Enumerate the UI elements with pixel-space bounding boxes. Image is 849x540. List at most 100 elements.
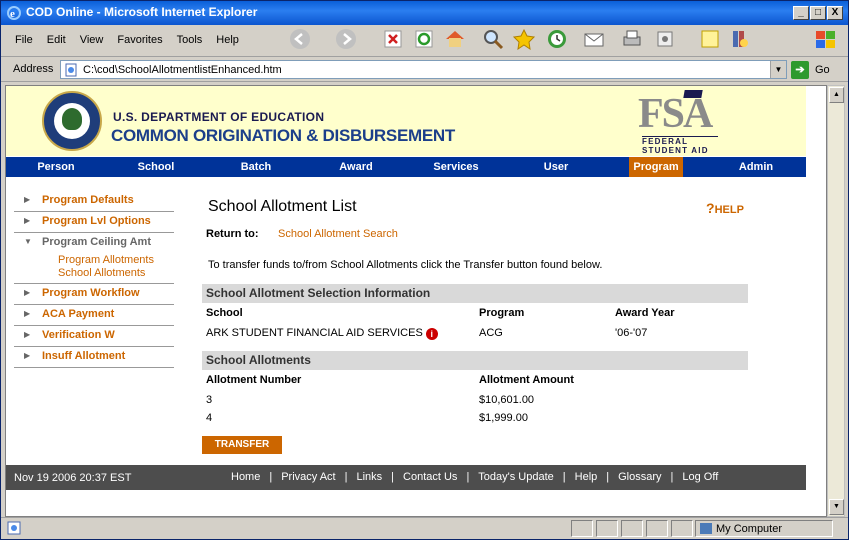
home-icon[interactable]: [444, 28, 466, 50]
close-button[interactable]: X: [827, 6, 843, 20]
sidebar-subitem-school-allotments[interactable]: School Allotments: [58, 267, 174, 280]
menu-favorites[interactable]: Favorites: [117, 34, 162, 46]
triangle-right-icon: ▶: [24, 309, 31, 318]
nav-admin[interactable]: Admin: [706, 157, 806, 177]
info-icon[interactable]: i: [425, 328, 438, 340]
maximize-button[interactable]: □: [810, 6, 826, 20]
menu-bar: File Edit View Favorites Tools Help: [1, 25, 848, 57]
sidebar-subitem-program-allotments[interactable]: Program Allotments: [58, 254, 174, 267]
sidebar-item-program-defaults[interactable]: ▶ Program Defaults: [14, 191, 174, 212]
menu-file[interactable]: File: [15, 34, 33, 46]
history-icon[interactable]: [546, 28, 568, 50]
allotment-number: 4: [206, 412, 213, 424]
sidebar-item-program-lvl-options[interactable]: ▶ Program Lvl Options: [14, 212, 174, 233]
footer-link-home[interactable]: Home: [231, 471, 260, 483]
award-year-cell: '06-'07: [615, 327, 648, 339]
school-name-cell: ARK STUDENT FINANCIAL AID SERVICES i: [206, 327, 438, 340]
instructions: To transfer funds to/from School Allotme…: [208, 259, 603, 271]
col-program: Program: [479, 307, 525, 319]
sidebar-item-label: ACA Payment: [42, 308, 115, 320]
footer-link-help[interactable]: Help: [575, 471, 598, 483]
nav-user[interactable]: User: [506, 157, 606, 177]
menu-view[interactable]: View: [80, 34, 104, 46]
transfer-button[interactable]: TRANSFER: [202, 436, 282, 454]
address-dropdown-icon[interactable]: ▼: [770, 61, 786, 78]
nav-batch[interactable]: Batch: [206, 157, 306, 177]
page-status-icon: [7, 521, 21, 535]
col-allotment-number: Allotment Number: [206, 374, 302, 386]
school-allotments-header: School Allotments: [202, 351, 748, 370]
edit-icon[interactable]: [654, 28, 676, 50]
menu-tools[interactable]: Tools: [177, 34, 203, 46]
sidebar-item-aca-payment[interactable]: ▶ ACA Payment: [14, 305, 174, 326]
allotment-amount: $1,999.00: [479, 412, 528, 424]
sidebar-item-program-ceiling-amt[interactable]: ▼ Program Ceiling Amt: [14, 233, 174, 254]
browser-window: e COD Online - Microsoft Internet Explor…: [0, 0, 849, 540]
help-link[interactable]: ?HELP: [706, 200, 744, 216]
triangle-right-icon: ▶: [24, 288, 31, 297]
nav-award[interactable]: Award: [306, 157, 406, 177]
ie-logo-icon: e: [7, 6, 21, 20]
page-viewport: U.S. DEPARTMENT OF EDUCATION COMMON ORIG…: [5, 85, 827, 517]
menu-help[interactable]: Help: [216, 34, 239, 46]
favorites-icon[interactable]: [513, 28, 535, 50]
footer-link-log-off[interactable]: Log Off: [682, 471, 718, 483]
mail-icon[interactable]: [583, 28, 605, 50]
nav-services[interactable]: Services: [406, 157, 506, 177]
separator: |: [391, 471, 395, 483]
address-input[interactable]: C:\cod\SchoolAllotmentlistEnhanced.htm ▼: [60, 60, 787, 79]
back-icon[interactable]: [289, 28, 311, 50]
nav-program[interactable]: Program: [629, 157, 683, 177]
sidebar-submenu: Program Allotments School Allotments: [14, 254, 174, 284]
school-name: ARK STUDENT FINANCIAL AID SERVICES: [206, 327, 423, 339]
footer-link-todays-update[interactable]: Today's Update: [478, 471, 553, 483]
footer-link-glossary[interactable]: Glossary: [618, 471, 661, 483]
sidebar-item-program-workflow[interactable]: ▶ Program Workflow: [14, 284, 174, 305]
sidebar-item-label: Program Ceiling Amt: [42, 236, 151, 248]
zone-indicator: My Computer: [695, 520, 833, 537]
page-icon: [65, 63, 77, 77]
vertical-scrollbar[interactable]: ▲ ▼: [827, 85, 845, 517]
selection-info-header: School Allotment Selection Information: [202, 284, 748, 303]
address-url: C:\cod\SchoolAllotmentlistEnhanced.htm: [83, 64, 282, 76]
forward-icon[interactable]: [335, 28, 357, 50]
nav-school[interactable]: School: [106, 157, 206, 177]
col-allotment-amount: Allotment Amount: [479, 374, 574, 386]
title-bar: e COD Online - Microsoft Internet Explor…: [1, 1, 848, 25]
address-bar: Address C:\cod\SchoolAllotmentlistEnhanc…: [1, 58, 848, 82]
note-icon[interactable]: [699, 28, 721, 50]
return-label: Return to:: [206, 228, 259, 240]
footer-link-privacy-act[interactable]: Privacy Act: [281, 471, 335, 483]
scroll-up-icon[interactable]: ▲: [829, 87, 844, 103]
page-footer: Nov 19 2006 20:37 EST Home | Privacy Act |…: [6, 465, 806, 490]
sidebar-item-verification-w[interactable]: ▶ Verification W: [14, 326, 174, 347]
sidebar-item-insuff-allotment[interactable]: ▶ Insuff Allotment: [14, 347, 174, 368]
sidebar-item-label: Verification W: [42, 329, 115, 341]
windows-logo-icon: [816, 31, 835, 48]
print-icon[interactable]: [621, 28, 643, 50]
go-label: Go: [815, 64, 830, 76]
window-title: COD Online - Microsoft Internet Explorer: [26, 5, 258, 19]
col-award-year: Award Year: [615, 307, 675, 319]
computer-icon: [700, 523, 712, 534]
return-link[interactable]: School Allotment Search: [278, 228, 398, 240]
footer-link-contact-us[interactable]: Contact Us: [403, 471, 457, 483]
scroll-down-icon[interactable]: ▼: [829, 499, 844, 515]
zone-label: My Computer: [716, 523, 783, 535]
stop-icon[interactable]: [382, 28, 404, 50]
nav-person[interactable]: Person: [6, 157, 106, 177]
search-icon[interactable]: [482, 28, 504, 50]
separator: |: [269, 471, 273, 483]
go-button[interactable]: ➔ Go: [791, 61, 841, 79]
footer-link-links[interactable]: Links: [356, 471, 382, 483]
allotment-number: 3: [206, 394, 213, 406]
go-arrow-icon: ➔: [791, 61, 809, 79]
page-title: School Allotment List: [208, 198, 357, 215]
minimize-button[interactable]: _: [793, 6, 809, 20]
research-icon[interactable]: [729, 28, 751, 50]
refresh-icon[interactable]: [413, 28, 435, 50]
page-header: U.S. DEPARTMENT OF EDUCATION COMMON ORIG…: [6, 86, 806, 156]
allotment-amount: $10,601.00: [479, 394, 535, 406]
menu-edit[interactable]: Edit: [47, 34, 66, 46]
help-icon: ?: [706, 200, 715, 216]
